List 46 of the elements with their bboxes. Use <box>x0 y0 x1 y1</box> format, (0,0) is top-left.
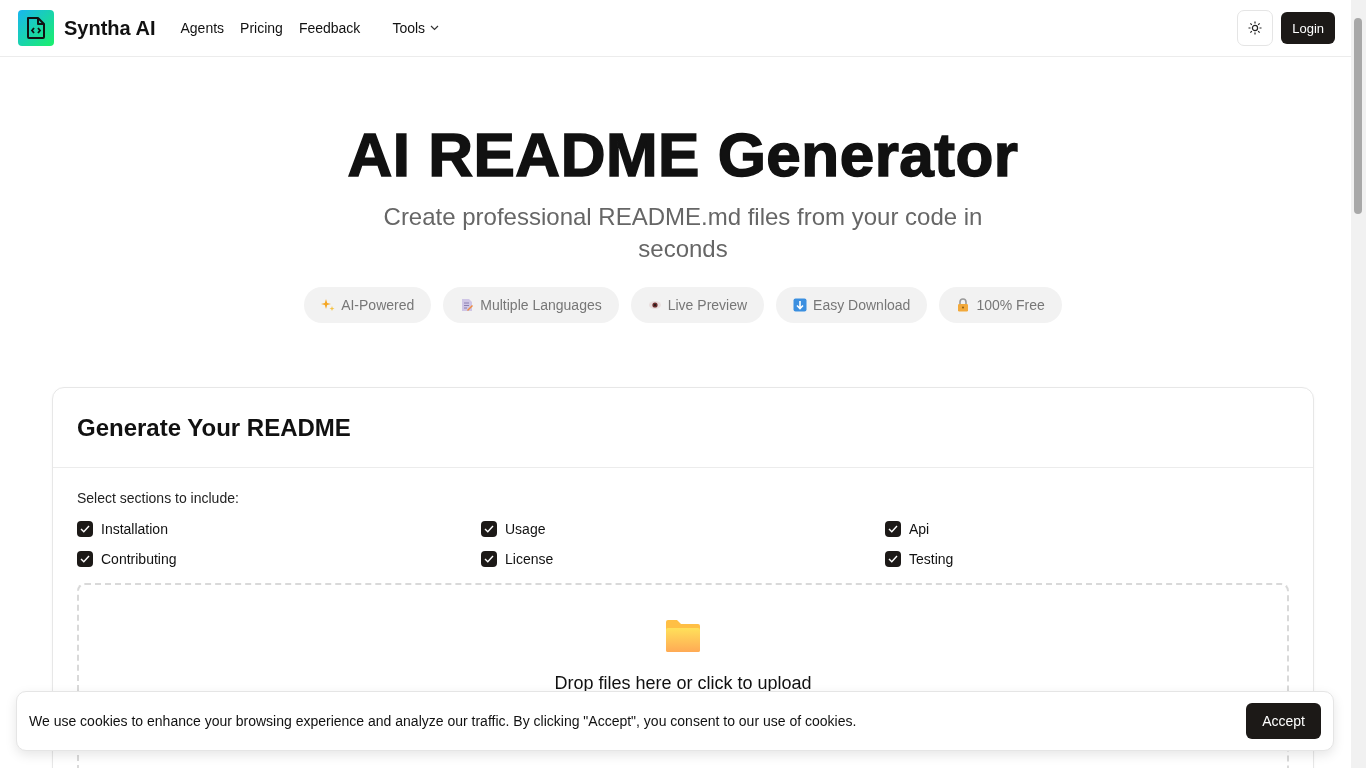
nav-link[interactable]: Feedback <box>298 20 361 36</box>
check-icon <box>80 555 90 563</box>
checkbox[interactable] <box>885 521 901 537</box>
checkbox[interactable] <box>885 551 901 567</box>
login-button[interactable]: Login <box>1281 12 1335 44</box>
checkbox[interactable] <box>481 551 497 567</box>
sections-label: Select sections to include: <box>77 490 240 506</box>
page-title: AI README Generator <box>347 119 1019 191</box>
eye-icon <box>647 298 662 312</box>
feature-badge: AI-Powered <box>304 287 432 323</box>
tools-dropdown[interactable]: Tools <box>392 20 440 36</box>
lock-icon <box>956 298 971 312</box>
checkbox-label[interactable]: Contributing <box>101 551 177 567</box>
check-icon <box>484 525 494 533</box>
checkbox-label[interactable]: Api <box>909 521 930 537</box>
document-icon <box>460 298 475 312</box>
feature-badge: 100% Free <box>939 287 1062 323</box>
dropzone-text: Drop files here or click to upload <box>554 673 812 694</box>
folder-icon <box>665 619 701 653</box>
check-icon <box>888 525 898 533</box>
checkbox[interactable] <box>77 551 93 567</box>
brand-name[interactable]: Syntha AI <box>64 16 156 40</box>
chevron-down-icon <box>430 25 440 31</box>
sun-icon <box>1248 21 1263 35</box>
checkbox-label[interactable]: Testing <box>909 551 954 567</box>
download-icon <box>793 298 808 312</box>
checkbox-label[interactable]: Usage <box>505 521 546 537</box>
scrollbar[interactable] <box>1351 0 1366 768</box>
theme-toggle-button[interactable] <box>1237 10 1274 46</box>
checkbox-label[interactable]: Installation <box>101 521 168 537</box>
checkbox[interactable] <box>481 521 497 537</box>
feature-badge: Easy Download <box>776 287 928 323</box>
feature-badge: Multiple Languages <box>443 287 619 323</box>
checkbox-label[interactable]: License <box>505 551 554 567</box>
nav-link[interactable]: Pricing <box>240 20 283 36</box>
nav-link[interactable]: Agents <box>180 20 225 36</box>
logo-icon[interactable] <box>18 10 54 46</box>
page-subtitle: Create professional README.md files from your code in seconds <box>382 202 984 264</box>
card-title: Generate Your README <box>53 388 1313 468</box>
checkbox[interactable] <box>77 521 93 537</box>
check-icon <box>484 555 494 563</box>
accept-button[interactable]: Accept <box>1246 703 1321 739</box>
feature-badge: Live Preview <box>630 287 765 323</box>
check-icon <box>80 525 90 533</box>
check-icon <box>888 555 898 563</box>
sparkles-icon <box>321 298 336 312</box>
